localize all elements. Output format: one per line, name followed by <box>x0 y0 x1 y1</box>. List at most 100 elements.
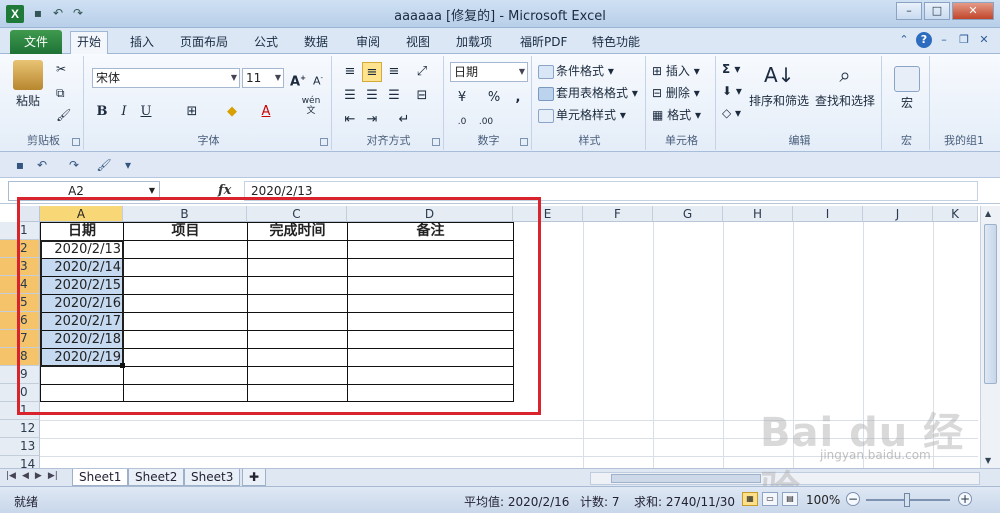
format-as-table-button[interactable]: 套用表格格式 ▾ <box>538 84 638 101</box>
copy-button[interactable]: ⧉ <box>56 86 65 101</box>
undo-icon[interactable]: ↶ <box>34 157 50 173</box>
row-header-8[interactable]: 8 <box>0 348 40 366</box>
tab-insert[interactable]: 插入 <box>124 32 160 54</box>
row-header-4[interactable]: 4 <box>0 276 40 294</box>
minimize-ribbon-icon[interactable]: ⌃ <box>896 32 912 48</box>
scroll-thumb[interactable] <box>984 224 997 384</box>
column-header-i[interactable]: I <box>793 206 863 222</box>
format-painter-button[interactable]: 🖌 <box>56 108 71 122</box>
number-format-combo[interactable]: 日期 ▼ <box>450 62 528 82</box>
page-layout-view-icon[interactable]: ▭ <box>762 492 778 506</box>
hscroll-thumb[interactable] <box>611 474 761 483</box>
wrap-text-icon[interactable]: ↵ <box>394 110 414 130</box>
minimize-button[interactable]: – <box>896 2 922 20</box>
currency-icon[interactable]: ¥ <box>452 88 472 108</box>
shrink-font-button[interactable]: A- <box>308 68 328 88</box>
zoom-in-icon[interactable]: + <box>958 492 972 506</box>
row-header-9[interactable]: 9 <box>0 366 40 384</box>
row-header-5[interactable]: 5 <box>0 294 40 312</box>
doc-restore-icon[interactable]: ❐ <box>956 32 972 48</box>
tab-special-features[interactable]: 特色功能 <box>586 32 646 54</box>
help-icon[interactable]: ? <box>916 32 932 48</box>
phonetic-button[interactable]: wén 文 <box>296 96 326 116</box>
align-right-icon[interactable]: ☰ <box>384 86 404 106</box>
insert-sheet-icon[interactable]: ✚ <box>242 469 267 486</box>
increase-indent-icon[interactable]: ⇥ <box>362 110 382 130</box>
macros-button[interactable]: 宏 <box>890 66 924 111</box>
row-header-6[interactable]: 6 <box>0 312 40 330</box>
row-header-1[interactable]: 1 <box>0 222 40 240</box>
align-middle-icon[interactable]: ≡ <box>362 62 382 82</box>
fill-handle[interactable] <box>120 363 125 368</box>
clear-button[interactable]: ◇ ▾ <box>722 106 741 120</box>
close-button[interactable]: ✕ <box>952 2 994 20</box>
borders-button[interactable]: ⊞ <box>182 102 202 122</box>
fill-button[interactable]: ⬇ ▾ <box>722 84 742 98</box>
column-header-j[interactable]: J <box>863 206 933 222</box>
customize-qat-icon[interactable]: ▾ <box>120 157 136 173</box>
tab-file[interactable]: 文件 <box>10 30 62 54</box>
normal-view-icon[interactable]: ▦ <box>742 492 758 506</box>
decrease-indent-icon[interactable]: ⇤ <box>340 110 360 130</box>
insert-function-icon[interactable]: fx <box>218 183 231 198</box>
font-launcher[interactable] <box>320 138 328 146</box>
decrease-decimal-icon[interactable]: .00 <box>476 112 496 132</box>
prev-sheet-icon[interactable]: ◀ <box>22 471 29 481</box>
row-header-7[interactable]: 7 <box>0 330 40 348</box>
align-top-icon[interactable]: ≡ <box>340 62 360 82</box>
font-color-button[interactable]: A <box>256 102 276 122</box>
first-sheet-icon[interactable]: |◀ <box>6 471 16 481</box>
align-bottom-icon[interactable]: ≡ <box>384 62 404 82</box>
comma-button[interactable]: , <box>508 88 528 108</box>
row-header-3[interactable]: 3 <box>0 258 40 276</box>
column-header-k[interactable]: K <box>933 206 978 222</box>
format-cells-button[interactable]: ▦ 格式 ▾ <box>652 106 701 123</box>
next-sheet-icon[interactable]: ▶ <box>35 471 42 481</box>
column-header-c[interactable]: C <box>247 206 347 222</box>
row-header-12[interactable]: 12 <box>0 420 40 438</box>
tab-page-layout[interactable]: 页面布局 <box>174 32 234 54</box>
last-sheet-icon[interactable]: ▶| <box>48 471 58 481</box>
cell-d1[interactable]: 备注 <box>348 223 513 240</box>
column-header-d[interactable]: D <box>347 206 513 222</box>
tab-formulas[interactable]: 公式 <box>248 32 284 54</box>
alignment-launcher[interactable] <box>432 138 440 146</box>
percent-button[interactable]: % <box>484 88 504 108</box>
align-center-icon[interactable]: ☰ <box>362 86 382 106</box>
row-header-10[interactable]: 0 <box>0 384 40 402</box>
name-box[interactable]: A2 ▼ <box>8 181 160 201</box>
zoom-level[interactable]: 100% <box>806 493 840 507</box>
page-break-view-icon[interactable]: ▤ <box>782 492 798 506</box>
cell-a1[interactable]: 日期 <box>41 223 123 240</box>
sheet-tab-sheet1[interactable]: Sheet1 <box>72 469 129 486</box>
scroll-up-icon[interactable]: ▲ <box>985 209 991 218</box>
fill-color-button[interactable]: ◆ <box>222 102 242 122</box>
insert-cells-button[interactable]: ⊞ 插入 ▾ <box>652 62 700 79</box>
doc-close-icon[interactable]: ✕ <box>976 32 992 48</box>
row-header-11[interactable]: 1 <box>0 402 40 420</box>
format-painter-icon[interactable]: 🖌 <box>96 157 112 173</box>
grow-font-button[interactable]: A+ <box>288 68 308 89</box>
sheet-tab-sheet3[interactable]: Sheet3 <box>184 469 241 486</box>
tab-addins[interactable]: 加载项 <box>450 32 498 54</box>
find-select-button[interactable]: ⌕ 查找和选择 <box>812 60 878 109</box>
font-size-combo[interactable]: 11 ▼ <box>242 68 284 88</box>
row-header-13[interactable]: 13 <box>0 438 40 456</box>
tab-foxit-pdf[interactable]: 福昕PDF <box>514 32 573 54</box>
autosum-button[interactable]: Σ ▾ <box>722 62 740 76</box>
redo-icon[interactable]: ↷ <box>66 157 82 173</box>
clipboard-launcher[interactable] <box>72 138 80 146</box>
column-header-g[interactable]: G <box>653 206 723 222</box>
column-header-h[interactable]: H <box>723 206 793 222</box>
column-header-f[interactable]: F <box>583 206 653 222</box>
column-header-a[interactable]: A <box>40 206 123 222</box>
increase-decimal-icon[interactable]: .0 <box>452 112 472 132</box>
sort-filter-button[interactable]: A↓ 排序和筛选 <box>748 60 810 109</box>
row-header-2[interactable]: 2 <box>0 240 40 258</box>
zoom-out-icon[interactable]: − <box>846 492 860 506</box>
tab-view[interactable]: 视图 <box>400 32 436 54</box>
align-left-icon[interactable]: ☰ <box>340 86 360 106</box>
cut-button[interactable]: ✂ <box>56 62 66 76</box>
tab-data[interactable]: 数据 <box>298 32 334 54</box>
formula-input[interactable]: 2020/2/13 <box>244 181 978 201</box>
